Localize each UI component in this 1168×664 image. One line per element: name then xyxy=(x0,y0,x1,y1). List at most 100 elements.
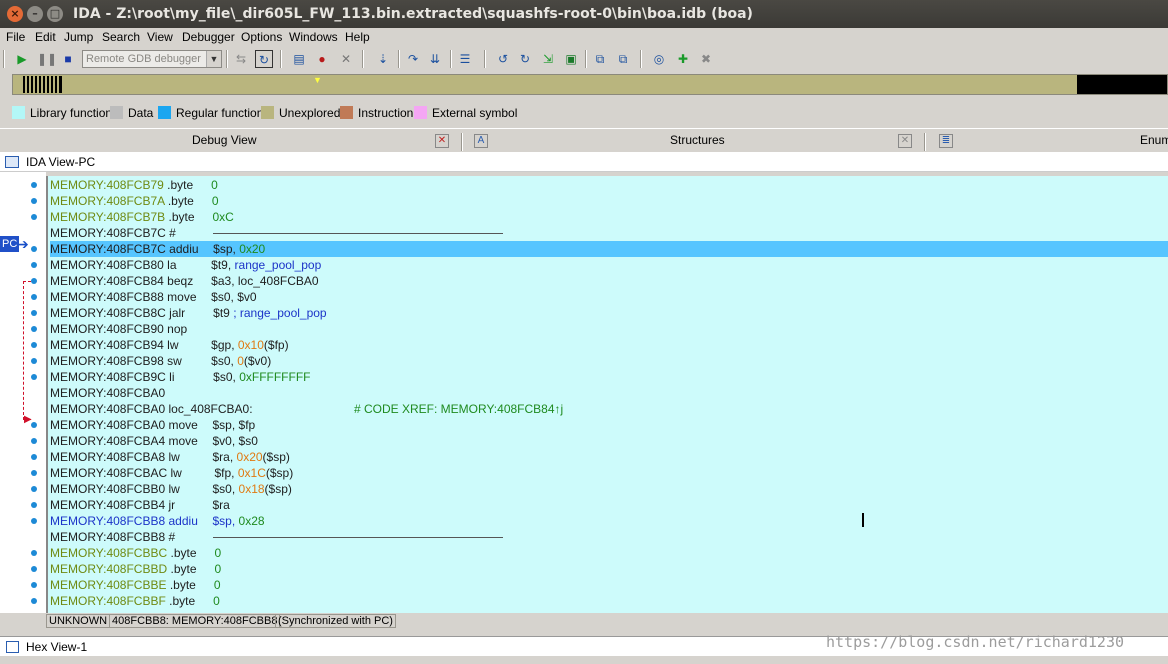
menu-file[interactable]: File xyxy=(6,30,25,44)
menu-jump[interactable]: Jump xyxy=(64,30,93,44)
stack-trace-icon[interactable]: ☰ xyxy=(456,50,474,68)
menu-edit[interactable]: Edit xyxy=(35,30,56,44)
step-back-icon[interactable]: ↺ xyxy=(494,50,512,68)
breakpoint-dot[interactable] xyxy=(31,470,37,476)
menu-debugger[interactable]: Debugger xyxy=(182,30,235,44)
close-icon[interactable]: ✕ xyxy=(435,134,449,148)
breakpoint-dot[interactable] xyxy=(31,454,37,460)
chevron-down-icon[interactable]: ▼ xyxy=(206,51,221,67)
hex-view-title[interactable]: Hex View-1 xyxy=(26,640,87,654)
listing-line[interactable]: MEMORY:408FCBBF .byte 0 xyxy=(50,593,1168,609)
run-until-return-icon[interactable]: ⇲ xyxy=(539,50,557,68)
delete-breakpoint-icon[interactable]: ✕ xyxy=(337,50,355,68)
step-until-return-icon[interactable]: ↻ xyxy=(516,50,534,68)
legend-swatch xyxy=(12,106,25,119)
legend-label: Library function xyxy=(30,106,113,120)
threads-window-icon[interactable]: ⧉ xyxy=(591,50,609,68)
listing-line[interactable]: MEMORY:408FCBA0 xyxy=(50,385,1168,401)
breakpoint-dot[interactable] xyxy=(31,198,37,204)
listing-line[interactable]: MEMORY:408FCBA8 lw $ra, 0x20($sp) xyxy=(50,449,1168,465)
modules-window-icon[interactable]: ⧉ xyxy=(614,50,632,68)
listing-line[interactable]: MEMORY:408FCBAC lw $fp, 0x1C($sp) xyxy=(50,465,1168,481)
listing-line[interactable]: MEMORY:408FCB7A .byte 0 xyxy=(50,193,1168,209)
delete-watch-icon[interactable]: ✖ xyxy=(697,50,715,68)
step-into-icon[interactable]: ⇣ xyxy=(374,50,392,68)
listing-line[interactable]: MEMORY:408FCBA0 loc_408FCBA0: # CODE XREF… xyxy=(50,401,1168,417)
breakpoint-dot[interactable] xyxy=(31,310,37,316)
listing-line[interactable]: MEMORY:408FCBB4 jr $ra xyxy=(50,497,1168,513)
breakpoint-dot[interactable] xyxy=(31,550,37,556)
menu-help[interactable]: Help xyxy=(345,30,370,44)
minimize-window-button[interactable]: – xyxy=(27,6,43,22)
toggle-breakpoint-icon[interactable]: ● xyxy=(313,50,331,68)
listing-line[interactable]: MEMORY:408FCB8C jalr $t9 ; range_pool_pop xyxy=(50,305,1168,321)
listing-mnemonic: sw xyxy=(167,354,182,368)
menu-options[interactable]: Options xyxy=(241,30,282,44)
debugger-select[interactable]: Remote GDB debugger ▼ xyxy=(82,50,222,68)
breakpoint-dot[interactable] xyxy=(31,486,37,492)
listing-line[interactable]: MEMORY:408FCB7C # xyxy=(50,225,1168,241)
listing-line[interactable]: MEMORY:408FCBB0 lw $s0, 0x18($sp) xyxy=(50,481,1168,497)
attach-process-icon[interactable]: ⇆ xyxy=(232,50,250,68)
close-icon[interactable]: ✕ xyxy=(898,134,912,148)
listing-line[interactable]: MEMORY:408FCB88 move $s0, $v0 xyxy=(50,289,1168,305)
tab-structures[interactable]: Structures xyxy=(670,133,725,147)
listing-line[interactable]: MEMORY:408FCB9C li $s0, 0xFFFFFFFF xyxy=(50,369,1168,385)
step-over-icon[interactable]: ↷ xyxy=(404,50,422,68)
breakpoint-dot[interactable] xyxy=(31,294,37,300)
listing-address: MEMORY:408FCB98 xyxy=(50,354,164,368)
breakpoint-dot[interactable] xyxy=(31,278,37,284)
listing-line[interactable]: MEMORY:408FCB80 la $t9, range_pool_pop xyxy=(50,257,1168,273)
listing-operand: 0xC xyxy=(212,210,234,224)
menu-search[interactable]: Search xyxy=(102,30,140,44)
watch-view-icon[interactable]: ◎ xyxy=(650,50,668,68)
listing-line[interactable]: MEMORY:408FCB79 .byte 0 xyxy=(50,177,1168,193)
listing-line[interactable]: MEMORY:408FCBBD .byte 0 xyxy=(50,561,1168,577)
breakpoint-dot[interactable] xyxy=(31,214,37,220)
start-process-icon[interactable]: ▶ xyxy=(13,50,31,68)
tab-debug-view[interactable]: Debug View xyxy=(192,133,257,147)
breakpoint-dot[interactable] xyxy=(31,566,37,572)
terminate-process-icon[interactable]: ■ xyxy=(59,50,77,68)
breakpoint-dot[interactable] xyxy=(31,598,37,604)
close-window-button[interactable]: × xyxy=(7,6,23,22)
menu-view[interactable]: View xyxy=(147,30,173,44)
listing-line[interactable]: MEMORY:408FCB90 nop xyxy=(50,321,1168,337)
breakpoint-dot[interactable] xyxy=(31,342,37,348)
breakpoint-dot[interactable] xyxy=(31,582,37,588)
breakpoint-dot[interactable] xyxy=(31,518,37,524)
run-to-cursor-icon[interactable]: ⇊ xyxy=(426,50,444,68)
listing-line[interactable]: MEMORY:408FCBBC .byte 0 xyxy=(50,545,1168,561)
breakpoint-dot[interactable] xyxy=(31,262,37,268)
trace-icon[interactable]: ▣ xyxy=(562,50,580,68)
code-xref-comment[interactable]: # CODE XREF: MEMORY:408FCB84↑j xyxy=(354,401,563,417)
breakpoint-dot[interactable] xyxy=(31,374,37,380)
breakpoint-dot[interactable] xyxy=(31,182,37,188)
tab-enums[interactable]: Enum xyxy=(1140,133,1168,147)
breakpoint-dot[interactable] xyxy=(31,502,37,508)
breakpoint-dot[interactable] xyxy=(31,438,37,444)
listing-line[interactable]: MEMORY:408FCBB8 # xyxy=(50,529,1168,545)
ida-view-title[interactable]: IDA View-PC xyxy=(26,155,95,169)
maximize-window-button[interactable]: □ xyxy=(47,6,63,22)
navigation-band[interactable]: ▼ xyxy=(12,74,1168,95)
pause-process-icon[interactable]: ❚❚ xyxy=(37,50,57,68)
listing-line[interactable]: MEMORY:408FCB94 lw $gp, 0x10($fp) xyxy=(50,337,1168,353)
disassembly-listing[interactable]: MEMORY:408FCB79 .byte 0 MEMORY:408FCB7A .b… xyxy=(46,176,1168,613)
breakpoint-dot[interactable] xyxy=(31,326,37,332)
listing-line[interactable]: MEMORY:408FCBB8 addiu $sp, 0x28 xyxy=(50,513,1168,529)
breakpoint-list-icon[interactable]: ▤ xyxy=(290,50,308,68)
listing-line[interactable]: MEMORY:408FCBBE .byte 0 xyxy=(50,577,1168,593)
listing-line-current-pc[interactable]: MEMORY:408FCB7C addiu $sp, 0x20 xyxy=(50,241,1168,257)
menu-windows[interactable]: Windows xyxy=(289,30,338,44)
add-watch-icon[interactable]: ✚ xyxy=(674,50,692,68)
breakpoint-dot[interactable] xyxy=(31,358,37,364)
refresh-memory-icon[interactable]: ↻ xyxy=(255,50,273,68)
listing-line[interactable]: MEMORY:408FCB7B .byte 0xC xyxy=(50,209,1168,225)
breakpoint-dot[interactable] xyxy=(31,246,37,252)
listing-line[interactable]: MEMORY:408FCB84 beqz $a3, loc_408FCBA0 xyxy=(50,273,1168,289)
listing-address: MEMORY:408FCB88 xyxy=(50,290,164,304)
listing-line[interactable]: MEMORY:408FCBA4 move $v0, $s0 xyxy=(50,433,1168,449)
listing-line[interactable]: MEMORY:408FCBA0 move $sp, $fp xyxy=(50,417,1168,433)
listing-line[interactable]: MEMORY:408FCB98 sw $s0, 0($v0) xyxy=(50,353,1168,369)
